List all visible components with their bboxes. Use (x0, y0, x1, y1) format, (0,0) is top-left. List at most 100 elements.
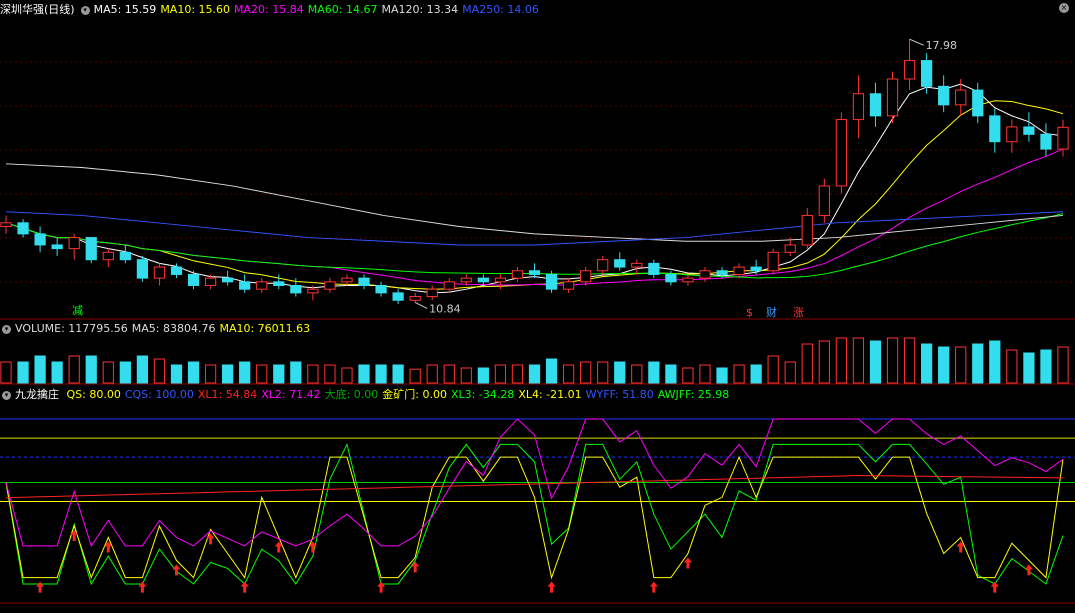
candle-body (920, 60, 933, 87)
volume-bar (17, 361, 29, 384)
volume-bar (51, 361, 63, 384)
volume-bar (409, 368, 421, 384)
volume-legend-item: MA5: 83804.76 (131, 322, 216, 335)
candle-body (358, 277, 370, 286)
buy-arrow-icon (649, 581, 658, 593)
candle-body (835, 119, 847, 187)
candle-body (682, 277, 694, 283)
volume-bar (614, 361, 626, 384)
buy-arrow-icon (36, 581, 45, 593)
stock-title: 深圳华强(日线) (0, 3, 75, 16)
price-legend-item: MA250: 14.06 (462, 3, 539, 16)
volume-bar (1057, 346, 1069, 384)
volume-bar (392, 364, 404, 384)
volume-legend-item: VOLUME: 117795.56 (15, 322, 128, 335)
volume-bar (886, 337, 899, 384)
candle-body (0, 222, 12, 227)
price-legend-item: MA20: 15.84 (234, 3, 304, 16)
candle-body (631, 262, 643, 268)
price-legend-item: MA5: 15.59 (93, 3, 157, 16)
candle-body (307, 288, 319, 294)
collapse-icon[interactable]: ▾ (2, 390, 11, 400)
candle-body (750, 266, 762, 272)
candle-body (239, 281, 251, 290)
volume-bar (938, 346, 950, 384)
volume-bar (153, 358, 166, 384)
kline-chart[interactable]: 17.98 10.84 减 $ 财 涨 (0, 0, 1075, 613)
volume-bar (767, 355, 779, 384)
volume-legend-item: MA10: 76011.63 (219, 322, 311, 335)
volume-bar (955, 346, 967, 384)
candle-body (648, 262, 660, 275)
price-legend-item: MA10: 15.60 (160, 3, 231, 16)
volume-bar (1006, 349, 1018, 384)
candle-body (733, 266, 745, 275)
candle-body (818, 185, 830, 216)
candlesticks (0, 39, 1069, 304)
moving-average-lines (5, 83, 1064, 294)
candle-body (784, 244, 796, 253)
collapse-icon[interactable]: ▾ (2, 324, 11, 334)
volume-bar (733, 364, 745, 384)
buy-arrow-icon (683, 557, 692, 569)
candle-body (699, 270, 711, 279)
candle-body (1006, 126, 1018, 143)
volume-bar (920, 343, 933, 384)
candle-body (886, 78, 899, 117)
candle-body (85, 237, 97, 261)
volume-bar (852, 337, 865, 384)
volume-bar (869, 340, 882, 384)
candle-body (852, 93, 865, 121)
candle-body (170, 266, 183, 275)
candle-body (204, 277, 217, 286)
ma10-line (5, 100, 1064, 290)
candle-body (869, 93, 882, 117)
volume-bar (102, 361, 114, 384)
buy-arrow-icon (411, 561, 420, 573)
volume-bar (136, 355, 149, 384)
volume-bar (290, 361, 302, 384)
volume-bar (324, 364, 336, 384)
candle-body (1057, 126, 1069, 150)
candle-body (1023, 126, 1035, 135)
ma120-line (5, 163, 1064, 242)
indicator-title: 九龙擒庄 (15, 388, 59, 401)
volume-bar (665, 364, 677, 384)
candle-body (392, 292, 404, 301)
candle-body (187, 273, 200, 286)
candle-body (409, 296, 421, 301)
candle-body (153, 266, 166, 279)
volume-bar (835, 337, 847, 384)
candle-body (34, 233, 46, 246)
candle-body (665, 273, 677, 283)
buy-arrow-icon (377, 581, 386, 593)
indicator-legend-item: QS: 80.00 (66, 388, 121, 401)
close-icon[interactable]: × (1059, 3, 1069, 13)
volume-bar (784, 361, 796, 384)
signal-label: $ (746, 306, 753, 319)
indicator-legend-item: 金矿门: 0.00 (382, 388, 447, 401)
volume-bar (239, 361, 251, 384)
indicator-legend: ▾ 九龙擒庄 QS: 80.00 CQS: 100.00 XL1: 54.84 XL2:… (0, 387, 737, 403)
candle-body (68, 237, 80, 250)
candle-body (443, 281, 455, 290)
volume-bars (0, 337, 1069, 384)
candle-body (17, 222, 29, 235)
signal-label: 财 (766, 305, 777, 319)
candle-body (136, 259, 149, 279)
volume-bar (68, 355, 80, 384)
volume-bar (972, 343, 984, 384)
indicator-legend-item: XL3: -34.28 (450, 388, 515, 401)
indicator-legend-item: WYFF: 51.80 (585, 388, 654, 401)
candle-body (375, 285, 387, 294)
buy-arrow-icon (138, 581, 147, 593)
candle-body (972, 89, 984, 117)
candle-body (528, 270, 541, 275)
candle-body (256, 281, 268, 290)
volume-bar (0, 361, 12, 384)
volume-bar (1023, 352, 1035, 384)
price-legend-item: MA120: 13.34 (381, 3, 459, 16)
indicator-legend-item: 大底: 0.00 (324, 388, 379, 401)
collapse-icon[interactable]: ▾ (80, 5, 90, 15)
candle-body (51, 244, 63, 250)
